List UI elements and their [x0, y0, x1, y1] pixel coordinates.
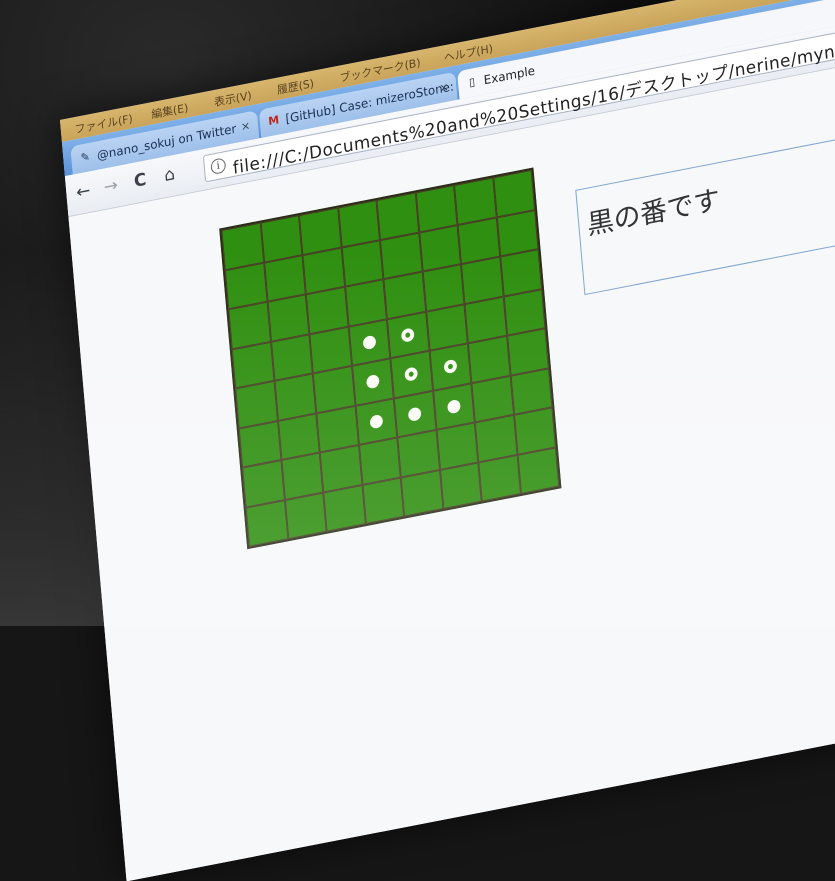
- board-cell[interactable]: [400, 469, 443, 517]
- othello-board: [219, 167, 562, 550]
- stone-white: [369, 413, 384, 430]
- stone-white: [365, 374, 380, 390]
- browser-window: ファイル(F) 編集(E) 表示(V) 履歴(S) ブックマーク(B) ヘルプ(…: [60, 0, 835, 881]
- board-cell[interactable]: [517, 446, 560, 495]
- stone-ring: [404, 366, 419, 383]
- forward-button[interactable]: →: [99, 173, 123, 199]
- tab-label: Example: [483, 63, 536, 88]
- back-button[interactable]: ←: [71, 179, 95, 205]
- status-box: 黒の番です: [575, 100, 835, 296]
- gmail-icon: M: [267, 113, 280, 129]
- home-button[interactable]: ⌂: [158, 162, 182, 188]
- board-cell[interactable]: [245, 499, 288, 547]
- board-cell[interactable]: [361, 477, 405, 525]
- close-icon[interactable]: ×: [438, 73, 450, 103]
- twitter-icon: ✎: [80, 149, 91, 165]
- reload-button[interactable]: C: [128, 168, 152, 194]
- board-cell[interactable]: [439, 461, 482, 510]
- stone-white: [362, 334, 377, 351]
- stone-white: [446, 398, 461, 415]
- stone-ring: [443, 359, 458, 375]
- board-cell[interactable]: [284, 492, 327, 540]
- close-icon[interactable]: ×: [240, 112, 252, 142]
- stone-ring: [401, 327, 415, 343]
- board-cell[interactable]: [323, 484, 366, 532]
- page-info-icon[interactable]: i: [210, 157, 227, 176]
- board-cell[interactable]: [478, 454, 521, 502]
- stone-white: [407, 406, 422, 422]
- page-icon: ▯: [468, 75, 476, 90]
- turn-status: 黒の番です: [586, 184, 722, 242]
